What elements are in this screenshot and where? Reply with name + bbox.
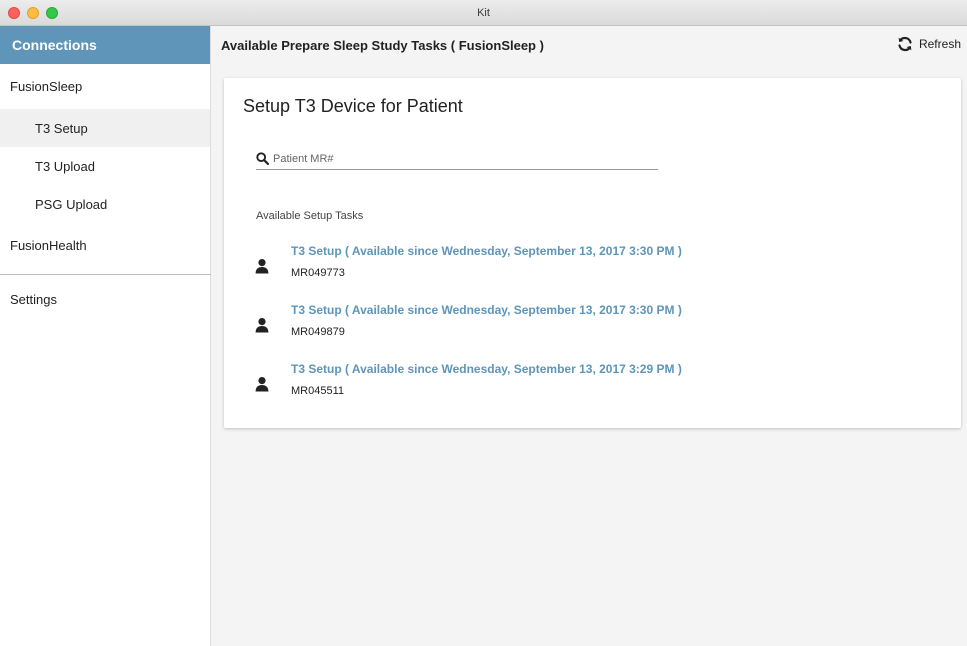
minimize-window-button[interactable] bbox=[27, 7, 39, 19]
sidebar-item-settings[interactable]: Settings bbox=[0, 275, 210, 323]
refresh-button[interactable]: Refresh bbox=[897, 36, 961, 52]
patient-mr-input[interactable] bbox=[273, 152, 643, 165]
task-item[interactable]: T3 Setup ( Available since Wednesday, Se… bbox=[254, 303, 754, 351]
page-title: Available Prepare Sleep Study Tasks ( Fu… bbox=[221, 37, 544, 53]
window-titlebar: Kit bbox=[0, 0, 967, 26]
person-icon bbox=[255, 377, 269, 392]
sidebar-item-psg-upload[interactable]: PSG Upload bbox=[0, 185, 210, 223]
task-mr-number: MR045511 bbox=[291, 385, 344, 397]
window-controls bbox=[8, 7, 58, 19]
setup-card: Setup T3 Device for Patient Available Se… bbox=[224, 78, 961, 428]
task-link[interactable]: T3 Setup ( Available since Wednesday, Se… bbox=[291, 362, 682, 376]
maximize-window-button[interactable] bbox=[46, 7, 58, 19]
task-mr-number: MR049879 bbox=[291, 326, 345, 338]
task-item[interactable]: T3 Setup ( Available since Wednesday, Se… bbox=[254, 244, 754, 292]
refresh-icon bbox=[898, 36, 912, 52]
sidebar-item-t3-setup[interactable]: T3 Setup bbox=[0, 109, 210, 147]
sidebar-group-fusionsleep[interactable]: FusionSleep bbox=[0, 64, 210, 109]
card-title: Setup T3 Device for Patient bbox=[243, 96, 463, 116]
search-icon bbox=[256, 152, 269, 165]
close-window-button[interactable] bbox=[8, 7, 20, 19]
task-link[interactable]: T3 Setup ( Available since Wednesday, Se… bbox=[291, 303, 682, 317]
task-mr-number: MR049773 bbox=[291, 267, 345, 279]
window-title: Kit bbox=[477, 6, 490, 19]
section-label: Available Setup Tasks bbox=[256, 210, 364, 222]
sidebar: Connections FusionSleep T3 Setup T3 Uplo… bbox=[0, 26, 211, 646]
main-header: Available Prepare Sleep Study Tasks ( Fu… bbox=[211, 26, 967, 64]
sidebar-item-t3-upload[interactable]: T3 Upload bbox=[0, 147, 210, 185]
patient-search bbox=[256, 148, 658, 170]
person-icon bbox=[255, 259, 269, 274]
refresh-label: Refresh bbox=[918, 37, 961, 51]
task-item[interactable]: T3 Setup ( Available since Wednesday, Se… bbox=[254, 362, 754, 410]
task-link[interactable]: T3 Setup ( Available since Wednesday, Se… bbox=[291, 244, 682, 258]
sidebar-header: Connections bbox=[0, 26, 210, 64]
person-icon bbox=[255, 318, 269, 333]
sidebar-group-fusionhealth[interactable]: FusionHealth bbox=[0, 223, 210, 268]
